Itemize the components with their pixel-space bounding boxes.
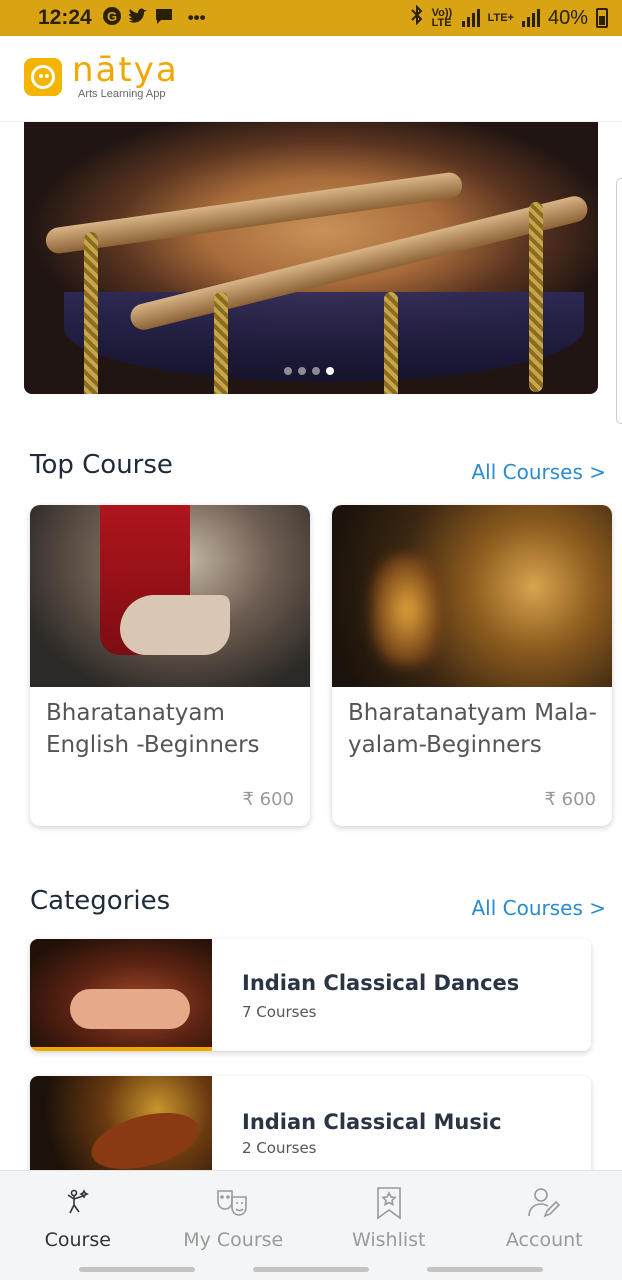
carousel-dots <box>284 367 334 375</box>
carousel-dot[interactable] <box>298 367 306 375</box>
logo-icon[interactable] <box>24 58 62 96</box>
bluetooth-icon <box>410 4 424 31</box>
app-header: nātya Arts Learning App <box>0 36 622 122</box>
nav-label: My Course <box>183 1229 284 1251</box>
status-bar: 12:24 G ••• Vo)) LTE LTE+ 40% <box>0 0 622 36</box>
course-card[interactable]: Bharatanatyam English -Beginners ₹ 600 <box>30 505 310 826</box>
nav-wishlist[interactable]: Wishlist <box>311 1171 467 1262</box>
system-nav-recent[interactable] <box>79 1267 195 1272</box>
category-title: Indian Classical Music <box>242 1110 502 1134</box>
top-course-heading: Top Course <box>30 450 173 480</box>
course-card[interactable]: Bharatanatyam Mala-yalam-Beginners ₹ 600 <box>332 505 612 826</box>
lte-indicator: LTE+ <box>487 12 514 24</box>
dancer-icon <box>60 1185 96 1221</box>
banner-carousel[interactable] <box>24 122 598 394</box>
category-count: 7 Courses <box>242 1003 317 1021</box>
theatre-masks-icon <box>215 1185 251 1221</box>
nav-label: Wishlist <box>352 1229 426 1251</box>
system-nav-bar <box>0 1262 622 1280</box>
course-price: ₹ 600 <box>544 789 596 810</box>
course-thumbnail <box>332 505 612 687</box>
category-count: 2 Courses <box>242 1139 317 1157</box>
system-nav-back[interactable] <box>427 1267 543 1272</box>
volte-indicator: Vo)) LTE <box>431 7 453 29</box>
user-edit-icon <box>526 1185 562 1221</box>
signal-icon-2 <box>521 9 540 27</box>
carousel-dot-active[interactable] <box>326 367 334 375</box>
categories-heading: Categories <box>30 886 171 916</box>
logo-subtitle: Arts Learning App <box>78 88 166 100</box>
bookmark-star-icon <box>371 1185 407 1221</box>
status-time: 12:24 <box>38 6 92 29</box>
top-course-all-link[interactable]: All Courses > <box>471 460 606 484</box>
system-nav-home[interactable] <box>253 1267 369 1272</box>
course-price: ₹ 600 <box>242 789 294 810</box>
nav-label: Course <box>44 1229 111 1251</box>
bottom-navigation: Course My Course Wishlist Account <box>0 1170 622 1262</box>
nav-label: Account <box>505 1229 583 1251</box>
nav-course[interactable]: Course <box>0 1171 156 1262</box>
more-icon: ••• <box>187 8 206 27</box>
course-thumbnail <box>30 505 310 687</box>
carousel-dot[interactable] <box>284 367 292 375</box>
g-icon: G <box>102 6 122 31</box>
chat-icon <box>154 7 174 30</box>
course-title: Bharatanatyam English -Beginners <box>46 700 260 758</box>
category-title: Indian Classical Dances <box>242 971 520 995</box>
signal-icon <box>461 9 480 27</box>
next-slide-peek[interactable] <box>616 178 622 424</box>
course-title: Bharatanatyam Mala-yalam-Beginners <box>348 700 597 758</box>
svg-text:G: G <box>107 9 117 24</box>
categories-all-link[interactable]: All Courses > <box>471 896 606 920</box>
category-thumbnail <box>30 939 212 1051</box>
battery-percent: 40% <box>547 6 588 29</box>
battery-icon <box>596 8 608 28</box>
twitter-icon <box>128 7 148 30</box>
category-card[interactable]: Indian Classical Dances 7 Courses <box>30 939 591 1051</box>
nav-my-course[interactable]: My Course <box>156 1171 312 1262</box>
carousel-dot[interactable] <box>312 367 320 375</box>
logo-text: nātya <box>72 50 179 90</box>
nav-account[interactable]: Account <box>467 1171 622 1262</box>
